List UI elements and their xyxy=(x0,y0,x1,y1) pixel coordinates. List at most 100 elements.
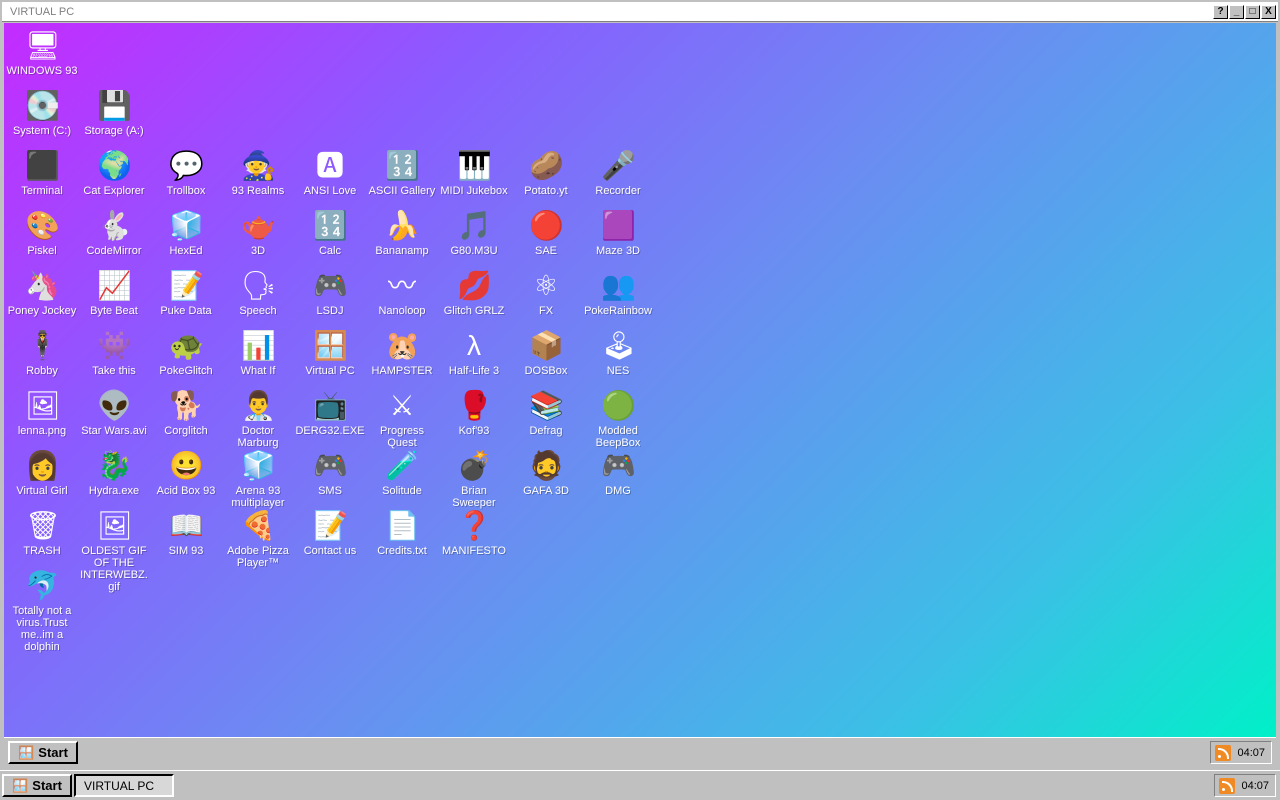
trollbox-glyph-icon: 💬 xyxy=(169,150,204,181)
outer-start-button[interactable]: 🪟 Start xyxy=(2,774,72,797)
sae-icon[interactable]: 🔴 SAE xyxy=(510,209,582,257)
system-c-glyph-icon: 💽 xyxy=(25,90,60,121)
defrag-icon[interactable]: 📚 Defrag xyxy=(510,389,582,437)
what-if-icon[interactable]: 📊 What If xyxy=(222,329,294,377)
star-wars-avi-icon[interactable]: 👽 Star Wars.avi xyxy=(78,389,150,437)
solitude-glyph-icon: 🧪 xyxy=(385,450,420,481)
contact-us-glyph-icon: 📝 xyxy=(313,510,348,541)
poney-jockey-icon[interactable]: 🦄 Poney Jockey xyxy=(6,269,78,317)
desktop-icon-label: Trollbox xyxy=(166,185,206,197)
oldest-gif-icon[interactable]: 🖼 OLDEST GIF OF THE INTERWEBZ.gif xyxy=(78,509,150,593)
desktop-icon-label: Adobe Pizza Player™ xyxy=(227,545,289,569)
dmg-icon[interactable]: 🎮 DMG xyxy=(582,449,654,497)
adobe-pizza-icon[interactable]: 🍕 Adobe Pizza Player™ xyxy=(222,509,294,569)
desktop-icon-label: Poney Jockey xyxy=(7,305,77,317)
lenna-png-icon[interactable]: 🖼 lenna.png xyxy=(6,389,78,437)
lsdj-icon[interactable]: 🎮 LSDJ xyxy=(294,269,366,317)
potato-yt-icon[interactable]: 🥔 Potato.yt xyxy=(510,149,582,197)
outer-clock: 04:07 xyxy=(1241,779,1269,792)
window-titlebar[interactable]: VIRTUAL PC ? _ □ X xyxy=(2,2,1278,22)
calc-icon[interactable]: 🔢 Calc xyxy=(294,209,366,257)
modded-beepbox-glyph-icon: 🟢 xyxy=(601,390,636,421)
nanoloop-icon[interactable]: 〰 Nanoloop xyxy=(366,269,438,317)
progress-quest-icon[interactable]: ⚔ Progress Quest xyxy=(366,389,438,449)
piskel-icon[interactable]: 🎨 Piskel xyxy=(6,209,78,257)
doctor-marburg-icon[interactable]: 👨‍⚕ Doctor Marburg xyxy=(222,389,294,449)
close-button[interactable]: X xyxy=(1261,4,1276,19)
desktop-icon-label: Doctor Marburg xyxy=(237,425,279,449)
windows-93-icon[interactable]: 🖥 WINDOWS 93 xyxy=(6,29,78,77)
credits-txt-icon[interactable]: 📄 Credits.txt xyxy=(366,509,438,557)
robby-icon[interactable]: 🕴 Robby xyxy=(6,329,78,377)
desktop-icon-label: Progress Quest xyxy=(379,425,425,449)
3d-icon[interactable]: 🫖 3D xyxy=(222,209,294,257)
contact-us-icon[interactable]: 📝 Contact us xyxy=(294,509,366,557)
sim-93-icon[interactable]: 📖 SIM 93 xyxy=(150,509,222,557)
desktop-icon-label: OLDEST GIF OF THE INTERWEBZ.gif xyxy=(80,545,148,593)
pokerainbow-icon[interactable]: 👥 PokeRainbow xyxy=(582,269,654,317)
help-button[interactable]: ? xyxy=(1213,4,1228,19)
hexed-icon[interactable]: 🧊 HexEd xyxy=(150,209,222,257)
virtual-girl-icon[interactable]: 👩 Virtual Girl xyxy=(6,449,78,497)
gafa-3d-icon[interactable]: 🧔 GAFA 3D xyxy=(510,449,582,497)
midi-jukebox-icon[interactable]: 🎹 MIDI Jukebox xyxy=(438,149,510,197)
cat-explorer-icon[interactable]: 🌍 Cat Explorer xyxy=(78,149,150,197)
inner-start-button[interactable]: 🪟 Start xyxy=(8,741,78,764)
recorder-icon[interactable]: 🎤 Recorder xyxy=(582,149,654,197)
desktop-icon-label: 3D xyxy=(250,245,266,257)
dolphin-icon[interactable]: 🐬 Totally not a virus.Trust me..im a dolp… xyxy=(6,569,78,653)
brian-sweeper-icon[interactable]: 💣 Brian Sweeper xyxy=(438,449,510,509)
midi-jukebox-glyph-icon: 🎹 xyxy=(457,150,492,181)
modded-beepbox-icon[interactable]: 🟢 Modded BeepBox xyxy=(582,389,654,449)
virtual-pc-window: VIRTUAL PC ? _ □ X 🖥 WINDOWS 93 💽 System (C… xyxy=(0,0,1280,770)
codemirror-icon[interactable]: 🐇 CodeMirror xyxy=(78,209,150,257)
g80-m3u-icon[interactable]: 🎵 G80.M3U xyxy=(438,209,510,257)
terminal-icon[interactable]: ⬛ Terminal xyxy=(6,149,78,197)
ascii-gallery-icon[interactable]: 🔢 ASCII Gallery xyxy=(366,149,438,197)
arena-93-icon[interactable]: 🧊 Arena 93 multiplayer xyxy=(222,449,294,509)
maximize-button[interactable]: □ xyxy=(1245,4,1260,19)
ansi-love-icon[interactable]: 🅰 ANSI Love xyxy=(294,149,366,197)
virtual-pc-icon[interactable]: 🪟 Virtual PC xyxy=(294,329,366,377)
desktop-icon-label: lenna.png xyxy=(17,425,67,437)
sim-93-glyph-icon: 📖 xyxy=(169,510,204,541)
minimize-button[interactable]: _ xyxy=(1229,4,1244,19)
hydra-exe-icon[interactable]: 🐉 Hydra.exe xyxy=(78,449,150,497)
pokeglitch-icon[interactable]: 🐢 PokeGlitch xyxy=(150,329,222,377)
nes-icon[interactable]: 🕹 NES xyxy=(582,329,654,377)
bananamp-icon[interactable]: 🍌 Bananamp xyxy=(366,209,438,257)
system-c-icon[interactable]: 💽 System (C:) xyxy=(6,89,78,137)
hampster-icon[interactable]: 🐹 HAMPSTER xyxy=(366,329,438,377)
rss-icon[interactable] xyxy=(1215,744,1232,761)
manifesto-icon[interactable]: ❓ MANIFESTO xyxy=(438,509,510,557)
storage-a-icon[interactable]: 💾 Storage (A:) xyxy=(78,89,150,137)
derg32-exe-icon[interactable]: 📺 DERG32.EXE xyxy=(294,389,366,437)
maze-3d-icon[interactable]: 🟪 Maze 3D xyxy=(582,209,654,257)
corglitch-icon[interactable]: 🐕 Corglitch xyxy=(150,389,222,437)
desktop-icon-label: MIDI Jukebox xyxy=(440,185,508,197)
take-this-icon[interactable]: 👾 Take this xyxy=(78,329,150,377)
93-realms-icon[interactable]: 🧙 93 Realms xyxy=(222,149,294,197)
half-life-3-icon[interactable]: λ Half-Life 3 xyxy=(438,329,510,377)
trollbox-icon[interactable]: 💬 Trollbox xyxy=(150,149,222,197)
speech-glyph-icon: 🗣 xyxy=(241,270,277,301)
glitch-grlz-icon[interactable]: 💋 Glitch GRLZ xyxy=(438,269,510,317)
puke-data-icon[interactable]: 📝 Puke Data xyxy=(150,269,222,317)
sms-icon[interactable]: 🎮 SMS xyxy=(294,449,366,497)
kof93-icon[interactable]: 🥊 Kof'93 xyxy=(438,389,510,437)
taskbar-item-virtual-pc[interactable]: VIRTUAL PC xyxy=(74,774,174,797)
byte-beat-icon[interactable]: 📈 Byte Beat xyxy=(78,269,150,317)
speech-icon[interactable]: 🗣 Speech xyxy=(222,269,294,317)
puke-data-glyph-icon: 📝 xyxy=(169,270,204,301)
terminal-glyph-icon: ⬛ xyxy=(25,150,60,181)
acid-box-93-icon[interactable]: 😀 Acid Box 93 xyxy=(150,449,222,497)
desktop-icon-label: CodeMirror xyxy=(86,245,142,257)
solitude-icon[interactable]: 🧪 Solitude xyxy=(366,449,438,497)
dosbox-icon[interactable]: 📦 DOSBox xyxy=(510,329,582,377)
trash-icon[interactable]: 🗑 TRASH xyxy=(6,509,78,557)
fx-icon[interactable]: ⚛ FX xyxy=(510,269,582,317)
codemirror-glyph-icon: 🐇 xyxy=(97,210,132,241)
desktop-icon-label: Acid Box 93 xyxy=(156,485,216,497)
desktop: 🖥 WINDOWS 93 💽 System (C:) 💾 Storage (A:) ⬛ Ter… xyxy=(4,23,1276,737)
rss-icon[interactable] xyxy=(1219,777,1236,794)
